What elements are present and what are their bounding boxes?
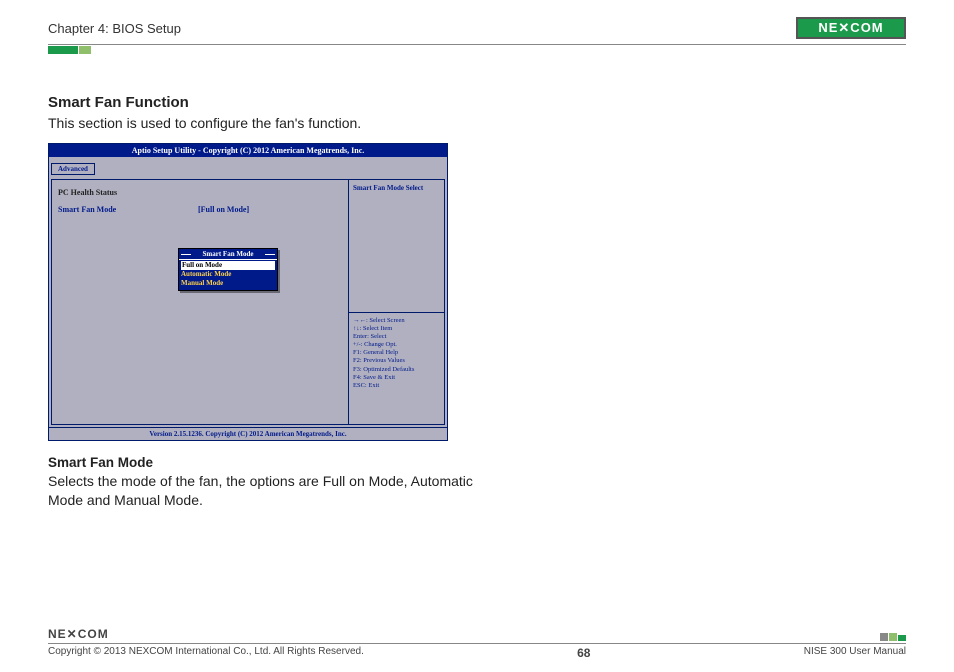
bios-key-hint: F2: Previous Values [353,357,440,365]
bios-help-panel: Smart Fan Mode Select [349,179,445,313]
bios-key-hint: →←: Select Screen [353,317,440,325]
chapter-title: Chapter 4: BIOS Setup [48,21,181,36]
bios-mode-value: [Full on Mode] [198,205,249,214]
bios-key-hint: F1: General Help [353,349,440,357]
bios-popup-title: Smart Fan Mode [179,249,277,260]
bios-tab-advanced: Advanced [51,163,95,175]
footer-divider [48,643,906,644]
bios-mode-label: Smart Fan Mode [58,205,198,214]
bios-key-hint: ↑↓: Select Item [353,325,440,333]
bios-key-hint: F4: Save & Exit [353,374,440,382]
section-description: This section is used to configure the fa… [48,115,488,131]
page-number: 68 [577,646,590,660]
bios-screenshot: Aptio Setup Utility - Copyright (C) 2012… [48,143,448,441]
subsection-body: Selects the mode of the fan, the options… [48,472,478,510]
popup-option-manual: Manual Mode [181,279,275,288]
bios-mode-row: Smart Fan Mode [Full on Mode] [58,205,342,214]
bios-footer-bar: Version 2.15.1236. Copyright (C) 2012 Am… [49,427,447,440]
footer-copyright: Copyright © 2013 NEXCOM International Co… [48,646,364,660]
section-title: Smart Fan Function [48,94,488,111]
bios-key-hint: +/-: Change Opt. [353,341,440,349]
bios-key-hint: ESC: Exit [353,382,440,390]
bios-mode-popup: Smart Fan Mode Full on Mode Automatic Mo… [178,248,278,291]
popup-option-auto: Automatic Mode [181,270,275,279]
subsection-heading: Smart Fan Mode [48,455,488,470]
bios-key-hint: Enter: Select [353,333,440,341]
header-divider [48,44,906,45]
bios-main-panel: PC Health Status Smart Fan Mode [Full on… [51,179,349,425]
bios-key-hint: F3: Optimized Defaults [353,366,440,374]
popup-option-full: Full on Mode [181,261,275,270]
bios-keys-panel: →←: Select Screen ↑↓: Select Item Enter:… [349,313,445,425]
footer-logo: NE✕COM [48,627,109,641]
brand-logo: NE✕COM [796,17,906,39]
bios-title-bar: Aptio Setup Utility - Copyright (C) 2012… [49,144,447,157]
bios-tab-bar: Advanced [49,157,447,177]
footer-manual-name: NISE 300 User Manual [804,646,906,660]
header-accent [48,46,906,54]
bios-health-label: PC Health Status [58,188,342,197]
footer-accent [880,633,906,641]
